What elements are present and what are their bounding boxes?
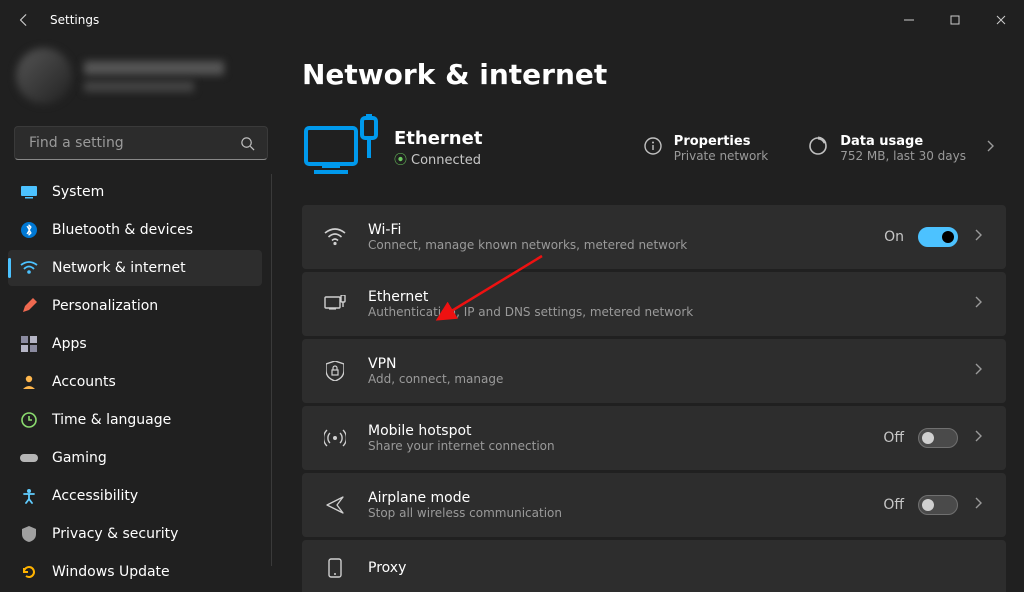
hero-status: ⦿Connected [394, 149, 482, 168]
window-controls [886, 0, 1024, 40]
sidebar: System Bluetooth & devices Network & int… [0, 40, 282, 592]
toggle-state-label: On [884, 229, 904, 245]
airplane-icon [324, 494, 346, 516]
search-input[interactable] [27, 134, 240, 152]
card-title: Properties [674, 134, 768, 149]
apps-icon [20, 335, 38, 353]
time-icon [20, 411, 38, 429]
proxy-icon [324, 557, 346, 579]
nav-list: System Bluetooth & devices Network & int… [8, 174, 274, 590]
card-subtitle: Private network [674, 149, 768, 163]
data-usage-icon [808, 136, 828, 160]
wifi-toggle[interactable] [918, 227, 958, 247]
card-title: Data usage [840, 134, 966, 149]
chevron-right-icon [972, 497, 984, 513]
search-box[interactable] [14, 126, 268, 160]
row-subtitle: Share your internet connection [368, 439, 555, 453]
bluetooth-icon [20, 221, 38, 239]
row-subtitle: Connect, manage known networks, metered … [368, 238, 687, 252]
privacy-icon [20, 525, 38, 543]
chevron-right-icon [972, 296, 984, 312]
gaming-icon [20, 449, 38, 467]
toggle-state-label: Off [883, 430, 904, 446]
search-icon [240, 136, 255, 151]
row-subtitle: Stop all wireless communication [368, 506, 562, 520]
settings-row-wifi[interactable]: Wi-Fi Connect, manage known networks, me… [302, 205, 1006, 269]
settings-row-ethernet[interactable]: Ethernet Authentication, IP and DNS sett… [302, 272, 1006, 336]
settings-row-airplane-mode[interactable]: Airplane mode Stop all wireless communic… [302, 473, 1006, 537]
chevron-right-icon [972, 430, 984, 446]
sidebar-item-privacy[interactable]: Privacy & security [8, 516, 262, 552]
minimize-button[interactable] [886, 0, 932, 40]
user-name [84, 61, 224, 75]
sidebar-item-label: Apps [52, 336, 87, 352]
accessibility-icon [20, 487, 38, 505]
toggle-state-label: Off [883, 497, 904, 513]
chevron-right-icon [972, 229, 984, 245]
sidebar-item-label: Privacy & security [52, 526, 178, 542]
row-title: Ethernet [368, 289, 693, 305]
sidebar-item-time-language[interactable]: Time & language [8, 402, 262, 438]
vpn-icon [324, 360, 346, 382]
network-status-hero: Ethernet ⦿Connected Properties Private n… [302, 101, 1006, 205]
sidebar-item-label: Personalization [52, 298, 158, 314]
sidebar-item-apps[interactable]: Apps [8, 326, 262, 362]
network-icon [20, 259, 38, 277]
update-icon [20, 563, 38, 581]
sidebar-item-personalization[interactable]: Personalization [8, 288, 262, 324]
user-email [84, 81, 194, 92]
close-button[interactable] [978, 0, 1024, 40]
row-title: Wi-Fi [368, 222, 687, 238]
back-button[interactable] [8, 4, 40, 36]
ethernet-hero-icon [302, 113, 380, 183]
airplane-toggle[interactable] [918, 495, 958, 515]
settings-row-proxy[interactable]: Proxy [302, 540, 1006, 592]
row-title: Mobile hotspot [368, 423, 555, 439]
sidebar-item-gaming[interactable]: Gaming [8, 440, 262, 476]
sidebar-item-accessibility[interactable]: Accessibility [8, 478, 262, 514]
avatar [16, 48, 72, 104]
chevron-right-icon [972, 363, 984, 379]
sidebar-item-windows-update[interactable]: Windows Update [8, 554, 262, 590]
info-icon [644, 137, 662, 159]
sidebar-item-label: System [52, 184, 104, 200]
wifi-icon [324, 226, 346, 248]
ethernet-icon [324, 293, 346, 315]
hotspot-toggle[interactable] [918, 428, 958, 448]
settings-row-vpn[interactable]: VPN Add, connect, manage [302, 339, 1006, 403]
sidebar-item-label: Time & language [52, 412, 171, 428]
row-subtitle: Add, connect, manage [368, 372, 503, 386]
title-bar: Settings [0, 0, 1024, 40]
sidebar-item-label: Accessibility [52, 488, 138, 504]
sidebar-item-label: Gaming [52, 450, 107, 466]
personalization-icon [20, 297, 38, 315]
settings-row-mobile-hotspot[interactable]: Mobile hotspot Share your internet conne… [302, 406, 1006, 470]
row-title: VPN [368, 356, 503, 372]
sidebar-item-accounts[interactable]: Accounts [8, 364, 262, 400]
chevron-right-icon [984, 140, 996, 156]
window-title: Settings [50, 13, 99, 27]
sidebar-item-system[interactable]: System [8, 174, 262, 210]
user-account-button[interactable] [8, 40, 274, 112]
sidebar-item-network[interactable]: Network & internet [8, 250, 262, 286]
row-subtitle: Authentication, IP and DNS settings, met… [368, 305, 693, 319]
card-subtitle: 752 MB, last 30 days [840, 149, 966, 163]
hero-title: Ethernet [394, 128, 482, 149]
page-title: Network & internet [302, 58, 1006, 91]
maximize-button[interactable] [932, 0, 978, 40]
accounts-icon [20, 373, 38, 391]
system-icon [20, 183, 38, 201]
sidebar-item-label: Accounts [52, 374, 116, 390]
sidebar-item-label: Windows Update [52, 564, 170, 580]
hotspot-icon [324, 427, 346, 449]
row-title: Proxy [368, 560, 406, 576]
content-pane: Network & internet Ethernet ⦿Connected [282, 40, 1024, 592]
sidebar-item-label: Bluetooth & devices [52, 222, 193, 238]
properties-card[interactable]: Properties Private network [644, 134, 768, 163]
sidebar-item-bluetooth[interactable]: Bluetooth & devices [8, 212, 262, 248]
row-title: Airplane mode [368, 490, 562, 506]
data-usage-card[interactable]: Data usage 752 MB, last 30 days [808, 134, 996, 163]
sidebar-item-label: Network & internet [52, 260, 186, 276]
